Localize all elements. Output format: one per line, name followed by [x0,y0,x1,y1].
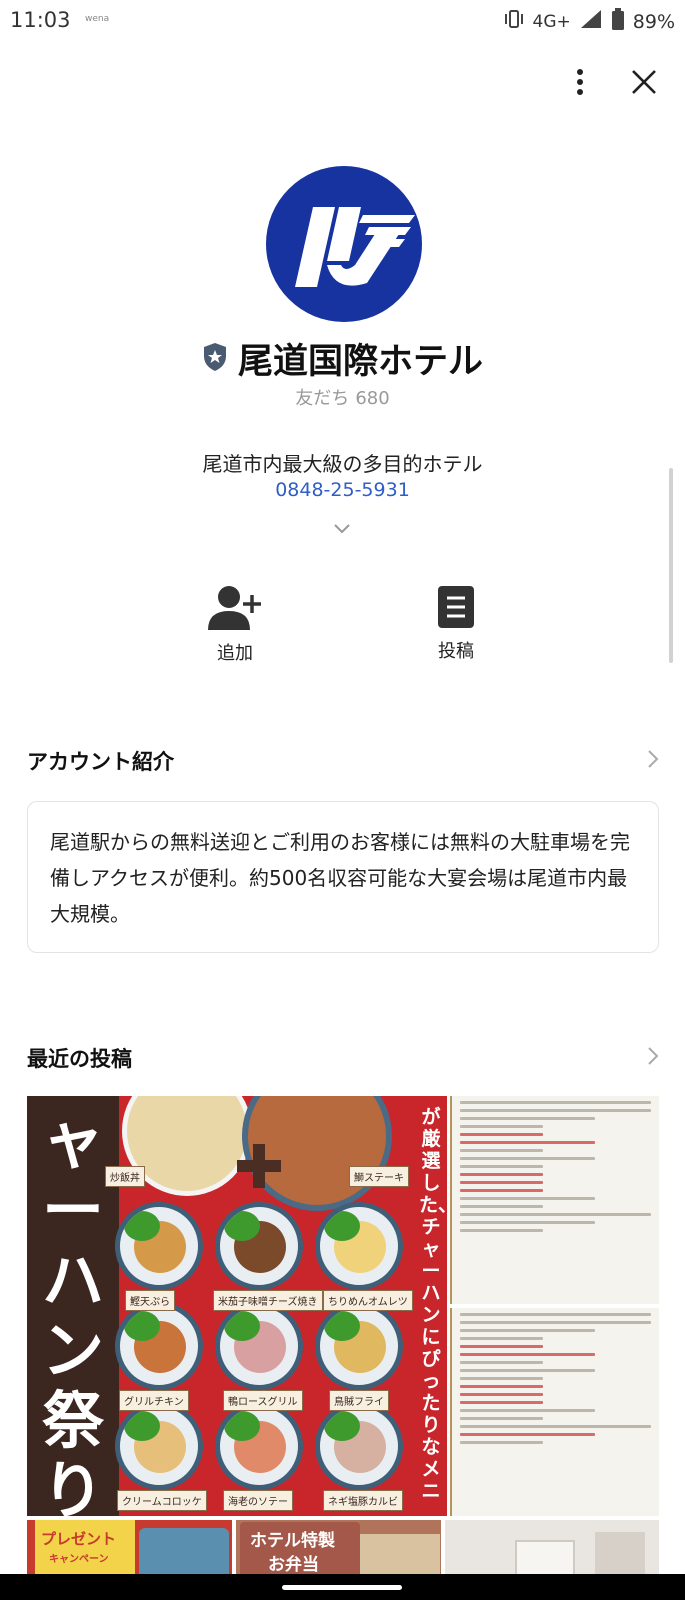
about-title: アカウント紹介 [27,750,174,774]
dish-plate [115,1302,203,1390]
dish-plate [315,1202,403,1290]
add-friend-button[interactable]: 追加 [180,585,290,665]
plate-label: クリームコロッケ [117,1490,207,1511]
plate-label: 鰹天ぷら [125,1290,175,1311]
recent-posts-header[interactable]: 最近の投稿 [27,1043,659,1073]
post-icon [437,586,475,633]
chevron-right-icon [647,749,659,773]
about-section-header[interactable]: アカウント紹介 [27,746,659,776]
network-type: 4G+ [532,11,571,32]
thumbnail-text: プレゼント [41,1530,117,1548]
status-icons: 4G+ 89% [503,8,675,35]
dish-plate [215,1302,303,1390]
friends-label: 友だち [295,388,350,409]
post-document-1[interactable] [450,1096,659,1304]
post-headline: ャーハン祭り [41,1104,104,1517]
plate-label: グリルチキン [119,1390,189,1411]
friends-number: 680 [355,388,390,409]
status-time: 11:03 [10,8,71,32]
recent-posts-grid: ャーハン祭り が厳選した、チャーハンにぴったりなメニ 炒飯丼 鰤ステーキ 鰹天ぷ… [27,1096,659,1600]
verified-shield-icon [202,342,228,376]
system-nav-bar [0,1574,685,1600]
plus-mark [235,1142,283,1190]
battery-percent: 89% [632,10,675,33]
account-name: 尾道国際ホテル [237,342,483,382]
thumbnail-text: お弁当 [268,1555,319,1575]
about-text: 尾道駅からの無料送迎とご利用のお客様には無料の大駐車場を完備しアクセスが便利。約… [50,830,630,926]
recent-posts-title: 最近の投稿 [27,1047,132,1071]
dish-plate [315,1402,403,1490]
account-tagline: 尾道市内最大級の多目的ホテル [202,452,483,476]
phone-link[interactable]: 0848-25-5931 [0,479,685,501]
home-handle[interactable] [282,1585,402,1590]
signal-icon [579,9,603,34]
friends-count: 友だち 680 [0,384,685,410]
chevron-right-icon [647,1046,659,1070]
about-card: 尾道駅からの無料送迎とご利用のお客様には無料の大駐車場を完備しアクセスが便利。約… [27,801,659,953]
vibrate-icon [503,10,525,33]
dish-plate [215,1402,303,1490]
plate-label: 海老のソテー [223,1490,293,1511]
more-options-button[interactable] [558,62,602,106]
plate-label: ちりめんオムレツ [323,1290,413,1311]
dish-plate [215,1202,303,1290]
thumbnail-text: キャンペーン [49,1554,109,1565]
thumbnail-text: ホテル特製 [250,1531,335,1551]
hotel-logo[interactable] [265,165,423,323]
chevron-down-icon [333,520,351,539]
posts-label: 投稿 [438,641,474,662]
status-carrier: wena [85,14,110,24]
dish-plate [115,1402,203,1490]
dish-plate [115,1202,203,1290]
plate-label: 炒飯丼 [105,1166,145,1187]
plate-label: 鳥賊フライ [329,1390,389,1411]
posts-button[interactable]: 投稿 [401,585,511,663]
plate-label: 米茄子味噌チーズ焼き [213,1290,323,1311]
plate-label: 鰤ステーキ [349,1166,409,1187]
add-friend-label: 追加 [217,643,253,664]
post-document-2[interactable] [450,1308,659,1516]
status-bar: 11:03 wena 4G+ 89% [0,0,685,42]
close-icon [630,68,658,100]
plate-label: ネギ塩豚カルビ [323,1490,403,1511]
scrollbar[interactable] [669,468,673,663]
add-friend-icon [207,586,263,635]
post-side-text: が厳選した、チャーハンにぴったりなメニ [419,1106,447,1502]
plate-label: 鴨ロースグリル [223,1390,303,1411]
dish-plate [315,1302,403,1390]
close-button[interactable] [622,62,666,106]
more-vertical-icon [576,68,584,100]
account-title-row: 尾道国際ホテル [0,333,685,384]
battery-icon [611,8,625,35]
expand-button[interactable] [333,520,351,539]
post-image-fried-rice-festival[interactable]: ャーハン祭り が厳選した、チャーハンにぴったりなメニ 炒飯丼 鰤ステーキ 鰹天ぷ… [27,1096,447,1516]
